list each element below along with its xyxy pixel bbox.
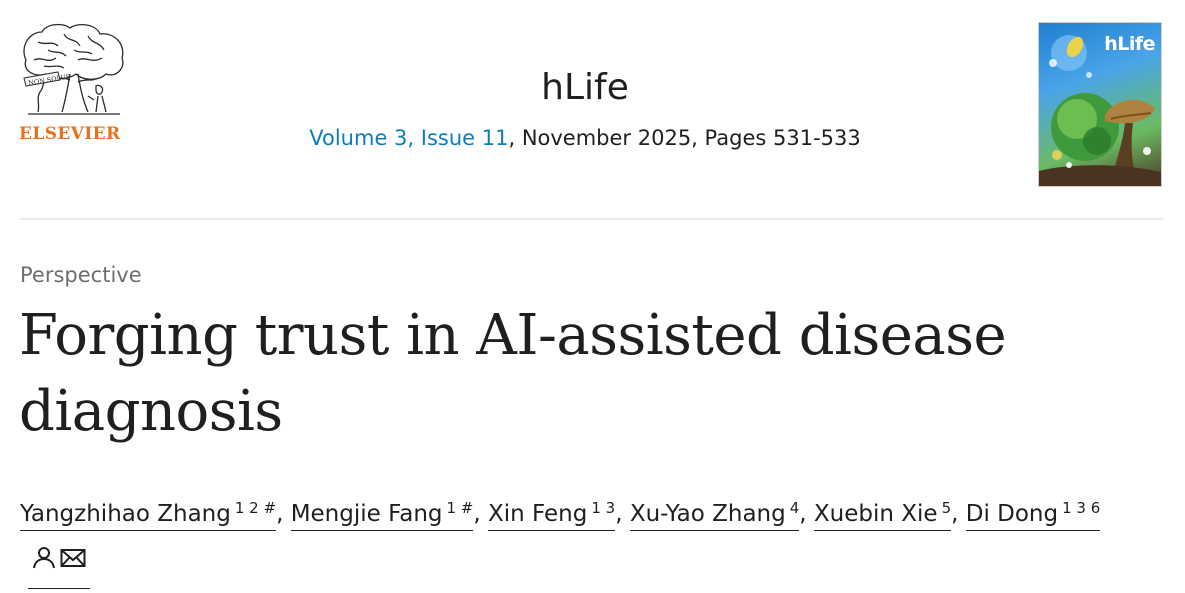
author-affiliations: 1 #	[446, 499, 474, 517]
journal-header: NON SOLUS ELSEVIER hLife Volume 3, Issue…	[0, 0, 1185, 220]
author-affiliations: 1 3	[591, 499, 616, 517]
elsevier-logo[interactable]: NON SOLUS ELSEVIER	[18, 20, 130, 148]
author-link[interactable]: Xuebin Xie 5	[813, 499, 952, 531]
journal-title-link[interactable]: hLife	[541, 64, 629, 112]
corresponding-author-link[interactable]	[28, 537, 90, 589]
journal-info: hLife Volume 3, Issue 11, November 2025,…	[200, 64, 970, 152]
author-name: Xu-Yao Zhang	[629, 501, 786, 527]
envelope-icon	[60, 539, 86, 585]
author-link[interactable]: Xu-Yao Zhang 4	[629, 499, 800, 531]
author-affiliations: 5	[941, 499, 952, 517]
article-title: Forging trust in AI-assisted disease dia…	[19, 303, 1007, 444]
elsevier-tree-icon: NON SOLUS	[23, 23, 124, 115]
author-affiliations: 1 3 6	[1062, 499, 1101, 517]
author-name: Xin Feng	[488, 501, 588, 527]
cover-title: hLife	[1104, 33, 1155, 55]
author-list: Yangzhihao Zhang 1 2 #, Mengjie Fang 1 #, …	[20, 485, 1140, 589]
author-separator: ,	[615, 501, 630, 527]
author-affiliations: 4	[789, 499, 800, 517]
author-name: Xuebin Xie	[813, 501, 938, 527]
article-type: Perspective	[20, 263, 142, 287]
author-separator: ,	[473, 501, 489, 527]
author-link[interactable]: Xin Feng 1 3	[488, 499, 616, 531]
author-name: Yangzhihao Zhang	[20, 501, 231, 527]
journal-meta: Volume 3, Issue 11, November 2025, Pages…	[200, 124, 970, 152]
author-separator: ,	[951, 501, 966, 527]
issue-details: , November 2025, Pages 531-533	[508, 126, 861, 150]
publisher-name: ELSEVIER	[19, 124, 121, 144]
author-separator: ,	[799, 501, 814, 527]
author-separator: ,	[276, 501, 291, 527]
person-icon	[32, 539, 56, 585]
author-link[interactable]: Di Dong 1 3 6	[965, 499, 1101, 531]
author-affiliations: 1 2 #	[234, 499, 277, 517]
volume-issue-link[interactable]: Volume 3, Issue 11	[309, 126, 508, 150]
author-link[interactable]: Mengjie Fang 1 #	[290, 499, 474, 531]
author-name: Mengjie Fang	[290, 501, 443, 527]
author-link[interactable]: Yangzhihao Zhang 1 2 #	[20, 499, 277, 531]
journal-cover-image[interactable]: hLife	[1038, 22, 1162, 187]
author-name: Di Dong	[965, 501, 1059, 527]
header-divider	[20, 218, 1163, 220]
